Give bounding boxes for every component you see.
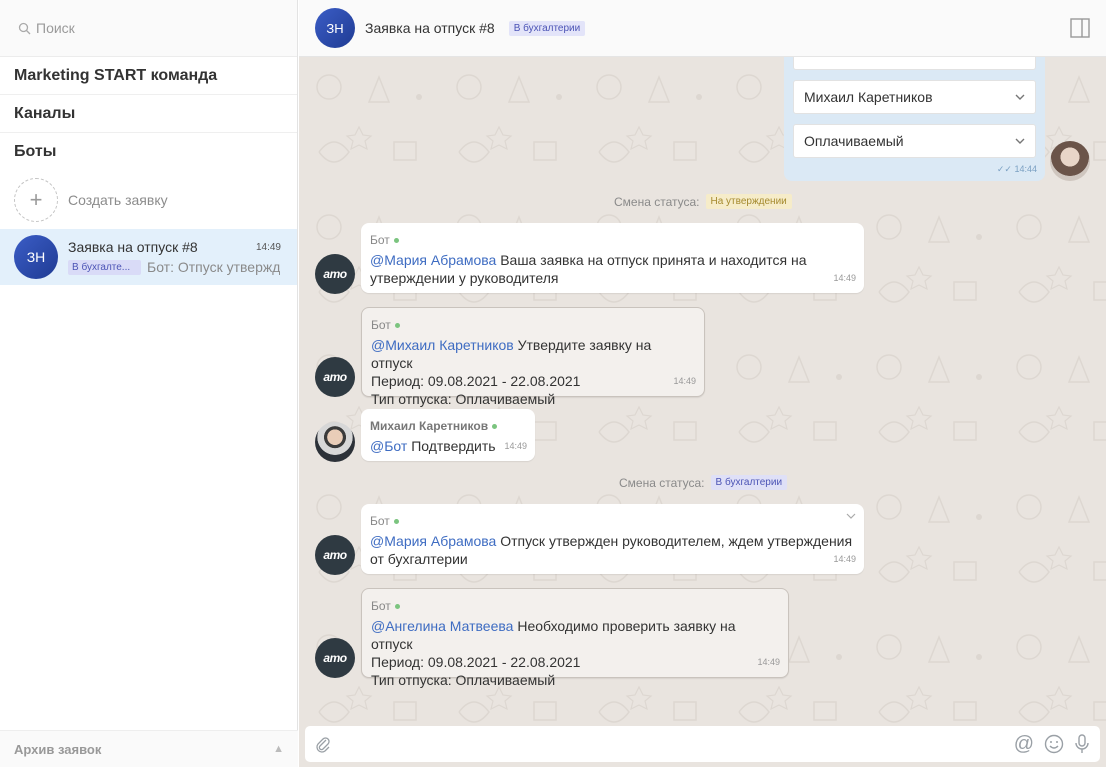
- online-indicator: [492, 424, 498, 430]
- bot-avatar: amo: [315, 254, 355, 294]
- message-menu-chevron-icon[interactable]: [846, 512, 856, 520]
- create-request-button[interactable]: + Создать заявку: [0, 171, 297, 229]
- message-time: ✓✓ 14:44: [996, 164, 1037, 174]
- message-time: 14:49: [757, 657, 780, 667]
- message-sender: Бот: [370, 231, 855, 249]
- chat-preview: Бот: Отпуск утвержд: [147, 259, 281, 275]
- message-text-line2: утверждении у руководителя: [370, 270, 559, 286]
- plus-icon: +: [14, 178, 58, 222]
- message-sender: Бот: [370, 512, 855, 530]
- chevron-up-icon: ▲: [273, 743, 284, 755]
- chat-time: 14:49: [255, 241, 281, 253]
- section-bots[interactable]: Боты: [0, 133, 297, 171]
- status-badge: На утверждении: [705, 194, 792, 209]
- message-bubble: Бот @Ангелина Матвеева Необходимо провер…: [361, 588, 789, 688]
- create-request-label: Создать заявку: [68, 192, 168, 208]
- online-indicator: [394, 323, 400, 329]
- panel-toggle-icon[interactable]: [1070, 18, 1090, 38]
- message-composer: @: [305, 726, 1100, 762]
- message-time: 14:49: [833, 273, 856, 283]
- mention-link[interactable]: @Бот: [370, 438, 407, 454]
- status-change: Смена статуса: На утверждении: [614, 194, 792, 209]
- read-check-icon: ✓✓: [996, 164, 1015, 174]
- bot-avatar: amo: [315, 357, 355, 397]
- request-form-message: Михаил Каретников Оплачиваемый ✓✓ 14:44: [784, 40, 1045, 181]
- message-text-line2: Период: 09.08.2021 - 22.08.2021: [371, 654, 581, 670]
- status-change: Смена статуса: В бухгалтерии: [619, 475, 788, 490]
- chat-avatar: ЗН: [14, 235, 58, 279]
- mention-link[interactable]: @Мария Абрамова: [370, 533, 496, 549]
- status-change-label: Смена статуса:: [614, 194, 700, 209]
- at-icon[interactable]: @: [1014, 733, 1034, 756]
- user-avatar-mikhail[interactable]: [315, 422, 355, 462]
- chat-title: Заявка на отпуск #8: [68, 239, 198, 255]
- section-marketing-team[interactable]: Marketing START команда: [0, 57, 297, 95]
- message-time: 14:49: [673, 376, 696, 386]
- mention-link[interactable]: @Ангелина Матвеева: [371, 618, 513, 634]
- message-text-line3: Тип отпуска: Оплачиваемый: [371, 672, 556, 688]
- message-input[interactable]: [341, 736, 1004, 752]
- message-text-line2: от бухгалтерии: [370, 551, 468, 567]
- vacation-type-select[interactable]: Оплачиваемый: [793, 124, 1036, 158]
- chat-list-item[interactable]: ЗН Заявка на отпуск #8 14:49 В бухгалте.…: [0, 229, 297, 285]
- mention-link[interactable]: @Мария Абрамова: [370, 252, 496, 268]
- message-text: @Ангелина Матвеева Необходимо проверить …: [371, 618, 736, 652]
- message-sender: Бот: [371, 597, 779, 615]
- message-sender: Бот: [371, 316, 695, 334]
- message-bubble: Бот @Михаил Каретников Утвердите заявку …: [361, 307, 705, 407]
- message-text-line2: Период: 09.08.2021 - 22.08.2021: [371, 373, 581, 389]
- search-icon: [18, 22, 31, 34]
- online-indicator: [393, 519, 399, 525]
- user-avatar-maria[interactable]: [1050, 141, 1090, 181]
- header-status-badge: В бухгалтерии: [508, 20, 586, 36]
- online-indicator: [393, 238, 399, 244]
- microphone-icon[interactable]: [1074, 734, 1090, 754]
- search-box[interactable]: Поиск: [0, 0, 297, 57]
- message-text: @Мария Абрамова Ваша заявка на отпуск пр…: [370, 252, 807, 268]
- bot-avatar: amo: [315, 535, 355, 575]
- message-sender: Михаил Каретников: [370, 417, 526, 435]
- chat-status-badge: В бухгалте...: [68, 259, 141, 275]
- message-bubble: Михаил Каретников @Бот Подтвердить 14:49: [361, 409, 535, 461]
- emoji-icon[interactable]: [1044, 734, 1064, 754]
- message-text: @Бот Подтвердить: [370, 438, 496, 454]
- message-time: 14:49: [833, 554, 856, 564]
- chat-area: ЗН Заявка на отпуск #8 В бухгалтерии Мих…: [299, 0, 1106, 767]
- message-time: 14:49: [504, 441, 527, 451]
- sidebar: Поиск Marketing START команда Каналы Бот…: [0, 0, 298, 767]
- message-bubble: Бот @Мария Абрамова Отпуск утвержден рук…: [361, 504, 864, 574]
- online-indicator: [394, 604, 400, 610]
- vacation-type-value: Оплачиваемый: [804, 133, 904, 149]
- bot-avatar: amo: [315, 638, 355, 678]
- header-avatar: ЗН: [315, 8, 355, 48]
- chat-info: Заявка на отпуск #8 14:49 В бухгалте... …: [68, 239, 281, 275]
- chevron-down-icon: [1015, 94, 1025, 100]
- mention-link[interactable]: @Михаил Каретников: [371, 337, 514, 353]
- search-placeholder: Поиск: [36, 20, 75, 36]
- header-title: Заявка на отпуск #8: [365, 20, 495, 36]
- message-text-line3: Тип отпуска: Оплачиваемый: [371, 391, 556, 407]
- approver-select-value: Михаил Каретников: [804, 89, 933, 105]
- approver-select[interactable]: Михаил Каретников: [793, 80, 1036, 114]
- archive-label: Архив заявок: [14, 741, 102, 757]
- status-change-label: Смена статуса:: [619, 475, 705, 490]
- section-channels[interactable]: Каналы: [0, 95, 297, 133]
- message-bubble: Бот @Мария Абрамова Ваша заявка на отпус…: [361, 223, 864, 293]
- chat-header: ЗН Заявка на отпуск #8 В бухгалтерии: [299, 0, 1106, 57]
- archive-toggle[interactable]: Архив заявок ▲: [0, 730, 298, 767]
- status-badge: В бухгалтерии: [710, 475, 788, 490]
- message-text: @Михаил Каретников Утвердите заявку на о…: [371, 337, 652, 371]
- paperclip-icon[interactable]: [315, 735, 331, 753]
- chevron-down-icon: [1015, 138, 1025, 144]
- message-text: @Мария Абрамова Отпуск утвержден руковод…: [370, 533, 853, 549]
